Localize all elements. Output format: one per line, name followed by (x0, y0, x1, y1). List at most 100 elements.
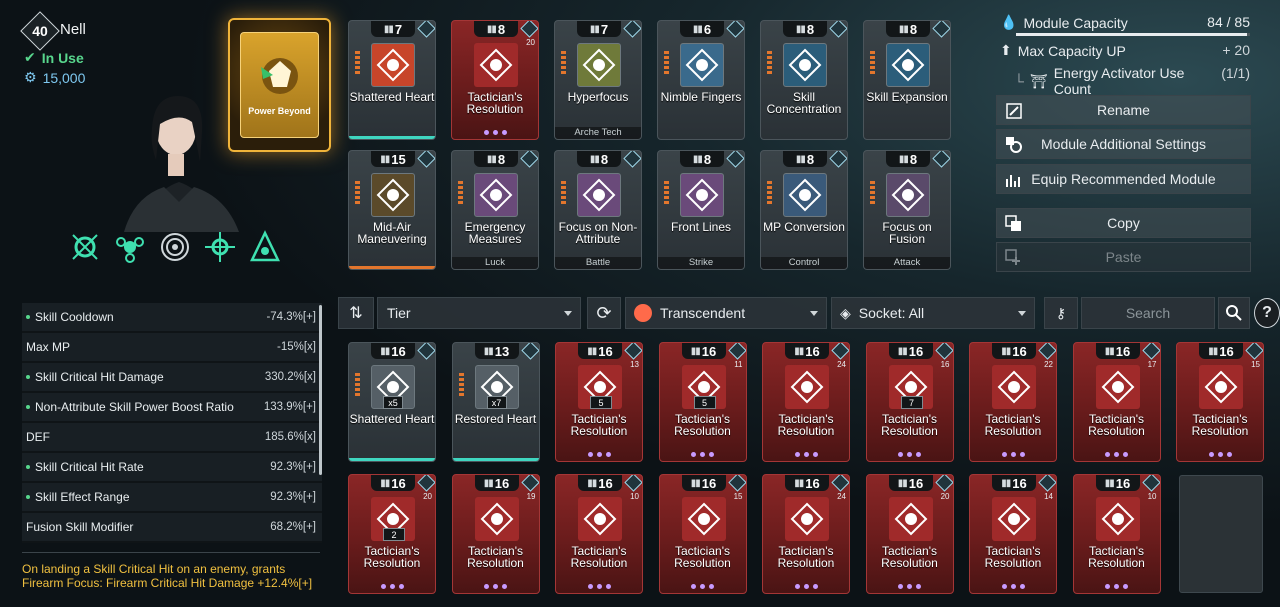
socket-dropdown[interactable]: ◈ Socket: All (831, 297, 1035, 329)
stat-label: Fusion Skill Modifier (26, 520, 134, 534)
inventory-module-card[interactable]: ▮▮ 16 16 7 Tactician's Resolution (865, 342, 954, 462)
inventory-module-card[interactable]: ▮▮ 16 17 Tactician's Resolution (1072, 342, 1161, 462)
stat-row: Max MP -15%[x] (22, 333, 322, 363)
module-name: Tactician's Resolution (674, 544, 731, 570)
equipped-module-card[interactable]: ▮▮ 8 20 Tactician's Resolution (451, 20, 539, 140)
chevron-down-icon (1018, 311, 1026, 316)
inventory-module-card[interactable]: ▮▮ 16 15 Tactician's Resolution (1176, 342, 1264, 462)
stat-scrollbar[interactable] (319, 305, 322, 475)
module-capacity-cost: 22 (1044, 360, 1053, 369)
rank-pips-icon: ▮▮ (897, 345, 908, 357)
module-name: Mid-Air Maneuvering (357, 220, 427, 246)
module-name: Tactician's Resolution (984, 412, 1042, 438)
module-name: Nimble Fingers (660, 90, 742, 104)
equipped-module-card[interactable]: ▮▮ 8 MP Conversion Control (760, 150, 848, 270)
main-module-name: Power Beyond (248, 106, 311, 116)
module-rank: 16 (908, 475, 924, 491)
paste-button[interactable]: Paste (996, 242, 1251, 272)
inventory-module-card[interactable]: ▮▮ 16 15 Tactician's Resolution (658, 474, 747, 594)
rank-pips-icon: ▮▮ (483, 345, 494, 357)
module-capacity-cost: 24 (837, 492, 846, 501)
equipped-module-card[interactable]: ▮▮ 8 Emergency Measures Luck (451, 150, 539, 270)
stat-label-wrap: DEF (26, 430, 50, 444)
inventory-module-card[interactable]: ▮▮ 16 20 2 Tactician's Resolution (348, 474, 436, 594)
skill-4-icon[interactable] (203, 230, 237, 264)
inventory-module-card[interactable]: ▮▮ 16 x5 Shattered Heart (348, 342, 436, 462)
equipped-module-card[interactable]: ▮▮ 6 Nimble Fingers (657, 20, 745, 140)
module-name: Tactician's Resolution (1088, 412, 1145, 438)
equipped-module-card[interactable]: ▮▮ 8 Skill Concentration (760, 20, 848, 140)
coin-icon: ⚙ (24, 69, 37, 85)
module-level-bars (767, 51, 772, 74)
inventory-module-card[interactable]: ▮▮ 13 x7 Restored Heart (451, 342, 540, 462)
copy-button[interactable]: Copy (996, 208, 1251, 238)
inventory-module-card[interactable]: ▮▮ 16 14 Tactician's Resolution (969, 474, 1057, 594)
equipped-module-card[interactable]: ▮▮ 8 Focus on Non-Attribute Battle (554, 150, 642, 270)
empty-inventory-slot[interactable] (1179, 475, 1263, 593)
rank-pips-icon: ▮▮ (380, 477, 390, 489)
skill-5-icon[interactable] (248, 230, 282, 264)
module-tier-tab: ▮▮ 16 (681, 475, 726, 491)
rank-pips-icon: ▮▮ (587, 477, 597, 489)
socket-diamond-icon (1038, 475, 1056, 492)
rename-button[interactable]: Rename (996, 95, 1251, 125)
stat-bullet-icon (26, 405, 30, 409)
rank-pips-icon: ▮▮ (380, 153, 390, 165)
max-capacity-label: Max Capacity UP (1017, 42, 1126, 59)
module-capacity-cost: 20 (940, 492, 950, 501)
inventory-module-card[interactable]: ▮▮ 16 22 Tactician's Resolution (969, 342, 1057, 462)
module-art (680, 43, 724, 87)
skill-1-icon[interactable] (68, 230, 102, 264)
sort-order-button[interactable]: ⇅ (338, 297, 374, 329)
module-socket-dots (867, 452, 953, 457)
stat-row: Non-Attribute Skill Power Boost Ratio 133… (22, 393, 322, 423)
inventory-module-card[interactable]: ▮▮ 16 20 Tactician's Resolution (865, 474, 954, 594)
module-capacity-cost: 17 (1147, 360, 1157, 369)
equipped-module-card[interactable]: ▮▮ 15 Mid-Air Maneuvering (348, 150, 436, 270)
reset-filter-button[interactable]: ⟳ (587, 297, 621, 329)
rank-pips-icon: ▮▮ (383, 23, 394, 35)
module-class: Luck (452, 257, 538, 269)
module-art (1095, 365, 1140, 409)
rarity-dropdown[interactable]: Transcendent (625, 297, 827, 329)
inventory-module-card[interactable]: ▮▮ 16 24 Tactician's Resolution (762, 474, 850, 594)
rank-pips-icon: ▮▮ (483, 477, 494, 489)
module-tier-tab: ▮▮ 8 (474, 21, 518, 37)
module-bottom-strip (349, 266, 435, 269)
equip-recommended-button[interactable]: Equip Recommended Module (996, 164, 1251, 194)
help-button[interactable]: ? (1254, 298, 1280, 328)
inventory-module-card[interactable]: ▮▮ 16 19 Tactician's Resolution (451, 474, 540, 594)
inventory-module-card[interactable]: ▮▮ 16 10 Tactician's Resolution (1072, 474, 1161, 594)
search-button[interactable] (1218, 297, 1250, 329)
module-additional-settings-button[interactable]: Module Additional Settings (996, 129, 1251, 159)
module-rank: 16 (598, 475, 613, 491)
rank-pips-icon: ▮▮ (1001, 477, 1011, 489)
inventory-module-card[interactable]: ▮▮ 16 11 5 Tactician's Resolution (658, 342, 747, 462)
equipped-module-card[interactable]: ▮▮ 7 Hyperfocus Arche Tech (554, 20, 642, 140)
stat-label-wrap: Skill Critical Hit Rate (26, 460, 144, 474)
sort-dropdown[interactable]: Tier (377, 297, 581, 329)
rank-pips-icon: ▮▮ (587, 345, 597, 357)
module-tier-tab: ▮▮ 16 (1095, 343, 1140, 359)
module-emblem-icon (583, 502, 617, 536)
equipped-module-card[interactable]: ▮▮ 8 Focus on Fusion Attack (863, 150, 951, 270)
equipped-module-card[interactable]: ▮▮ 8 Skill Expansion (863, 20, 951, 140)
inventory-module-card[interactable]: ▮▮ 16 10 Tactician's Resolution (555, 474, 643, 594)
stat-row: DEF 185.6%[x] (22, 423, 322, 453)
socket-diamond-icon (1141, 475, 1160, 492)
module-art (371, 173, 415, 217)
module-tier-tab: ▮▮ 16 (474, 475, 519, 491)
key-filter-button[interactable]: ⚷ (1044, 297, 1078, 329)
socket-diamond-icon (520, 343, 539, 360)
inventory-module-card[interactable]: ▮▮ 16 24 Tactician's Resolution (762, 342, 850, 462)
equipped-module-card[interactable]: ▮▮ 7 Shattered Heart (348, 20, 436, 140)
main-module-card[interactable]: Power Beyond (228, 18, 331, 152)
skill-2-icon[interactable] (113, 230, 147, 264)
socket-diamond-icon (932, 21, 950, 38)
skill-3-icon[interactable] (158, 230, 192, 264)
search-input[interactable]: Search (1081, 297, 1215, 329)
socket-diamond-icon (829, 21, 847, 38)
module-art (886, 43, 930, 87)
equipped-module-card[interactable]: ▮▮ 8 Front Lines Strike (657, 150, 745, 270)
inventory-module-card[interactable]: ▮▮ 16 13 5 Tactician's Resolution (555, 342, 643, 462)
